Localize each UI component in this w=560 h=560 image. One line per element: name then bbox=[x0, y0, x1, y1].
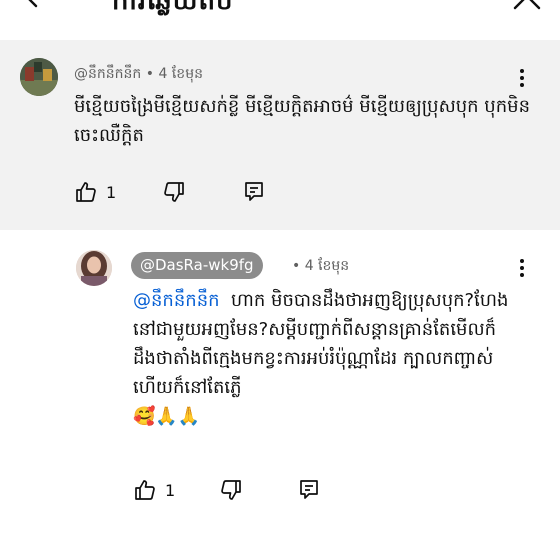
thumb-down-icon bbox=[221, 480, 241, 500]
emoji-text: 🥰🙏🙏 bbox=[133, 406, 201, 427]
like-count: 1 bbox=[106, 182, 117, 202]
reply-button[interactable] bbox=[297, 478, 321, 502]
like-button[interactable]: 1 bbox=[133, 478, 175, 502]
meta-separator: • bbox=[292, 258, 301, 274]
comment-meta: @នឹកនឹកនឹក • 4 ខែមុន bbox=[74, 64, 203, 85]
thumb-up-icon bbox=[76, 182, 96, 202]
comment-age: 4 ខែមុន bbox=[304, 258, 350, 274]
dislike-button[interactable] bbox=[162, 180, 186, 204]
dislike-button[interactable] bbox=[219, 478, 243, 502]
comment-author[interactable]: @នឹកនឹកនឹក bbox=[74, 66, 141, 82]
replies-header: ការឆ្លើយតប bbox=[0, 0, 560, 40]
meta-separator: • bbox=[145, 66, 155, 82]
more-vert-icon[interactable] bbox=[519, 68, 525, 88]
reply-comment: @DasRa-wk9fg • 4 ខែមុន @នឹកនឹកនឹក ហាក មិ… bbox=[0, 230, 560, 560]
mention-link[interactable]: @នឹកនឹកនឹក bbox=[133, 290, 220, 311]
close-icon[interactable] bbox=[512, 0, 542, 16]
like-count: 1 bbox=[165, 480, 176, 500]
comment-text: @នឹកនឹកនឹក ហាក មិចបានដឹងថាអញឱ្យប្រុសបុក?… bbox=[133, 286, 513, 431]
author-handle-chip[interactable]: @DasRa-wk9fg bbox=[131, 252, 263, 279]
back-arrow-icon[interactable] bbox=[20, 0, 54, 16]
thumb-down-icon bbox=[164, 182, 184, 202]
avatar[interactable] bbox=[20, 58, 58, 96]
comment-text: មីខ្មើយចង្រៃមីខ្មើយសក់ខ្លី មីខ្មើយក្ដិតអ… bbox=[74, 96, 531, 146]
reply-icon bbox=[245, 182, 263, 201]
reply-button[interactable] bbox=[242, 180, 266, 204]
like-button[interactable]: 1 bbox=[74, 180, 116, 204]
comment-meta: • 4 ខែមុន bbox=[292, 256, 349, 277]
more-vert-icon[interactable] bbox=[519, 258, 525, 278]
comment-age: 4 ខែមុន bbox=[158, 66, 203, 82]
page-title: ការឆ្លើយតប bbox=[112, 0, 234, 16]
reply-icon bbox=[300, 480, 318, 499]
avatar-image bbox=[20, 58, 58, 96]
avatar[interactable] bbox=[76, 250, 112, 286]
thumb-up-icon bbox=[135, 480, 155, 500]
avatar-image bbox=[76, 250, 112, 286]
parent-comment: @នឹកនឹកនឹក • 4 ខែមុន មីខ្មើយចង្រៃមីខ្មើយ… bbox=[0, 40, 560, 230]
